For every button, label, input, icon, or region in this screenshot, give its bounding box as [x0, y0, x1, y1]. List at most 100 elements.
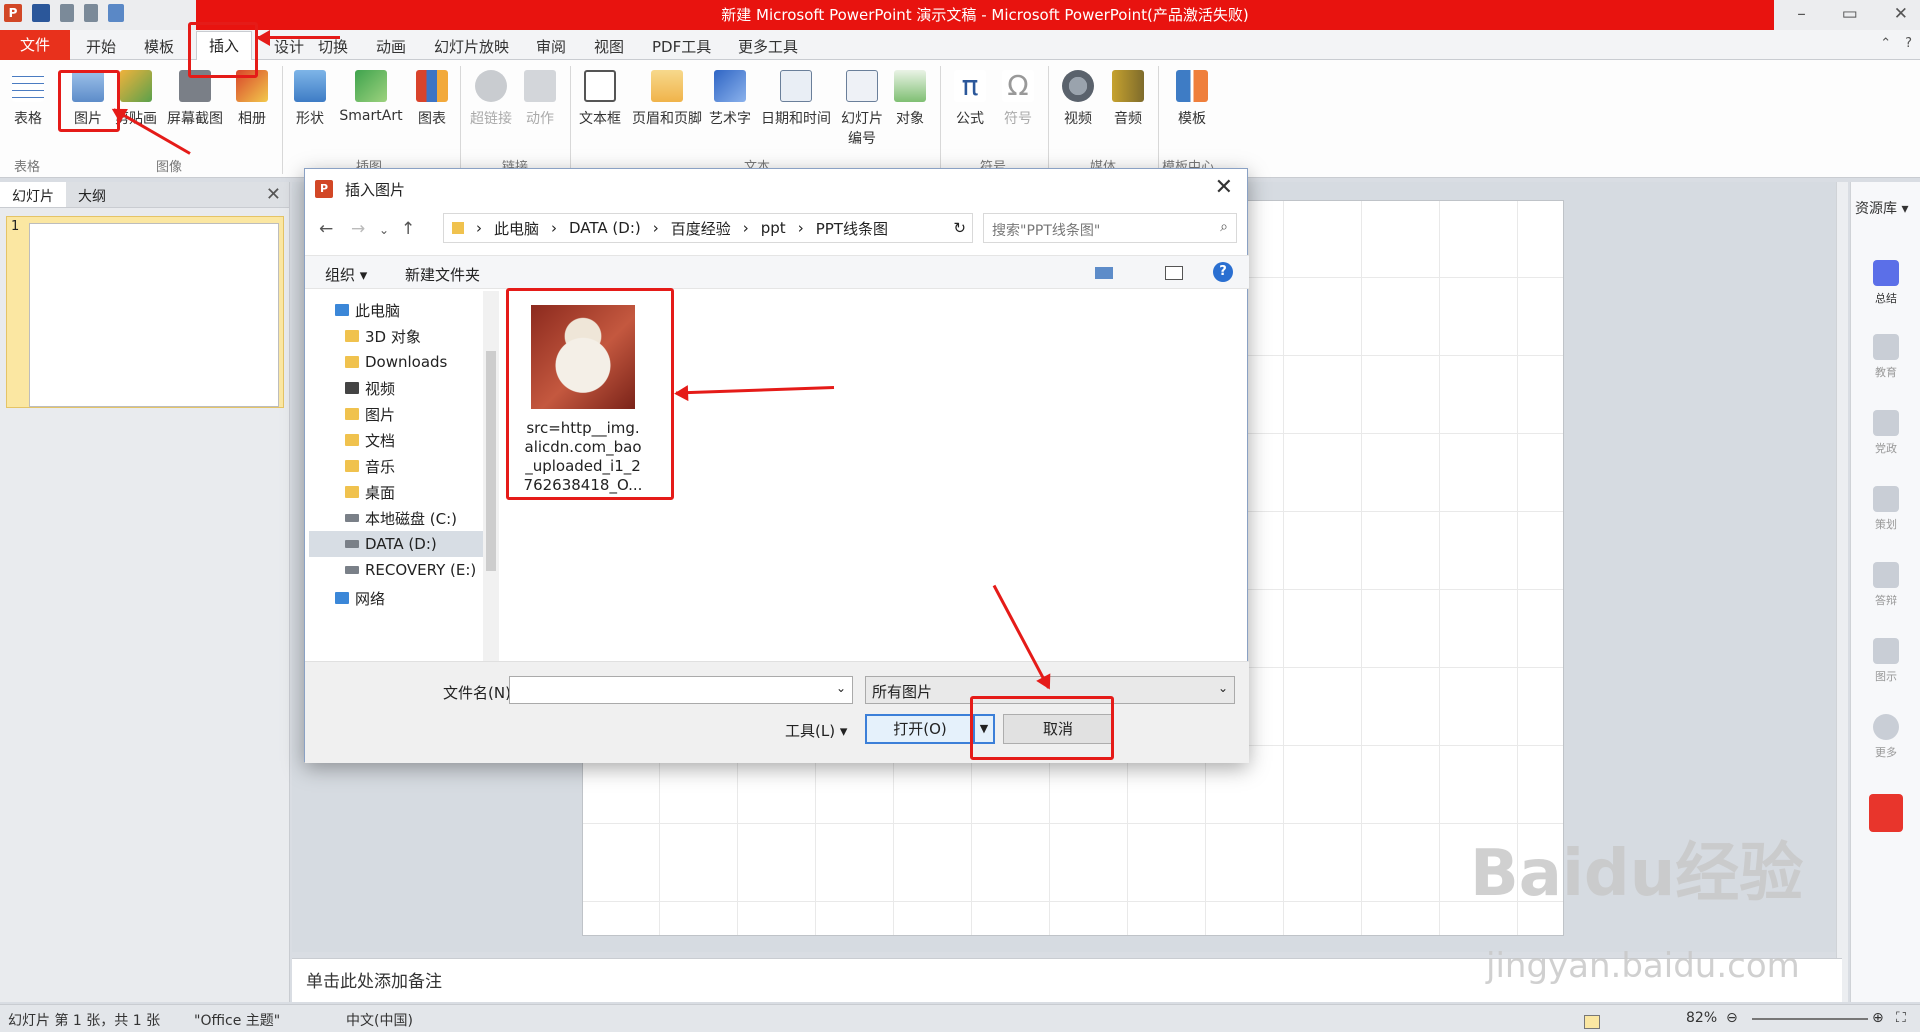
open-button[interactable]: 打开(O)	[865, 714, 975, 744]
tree-item-desktop[interactable]: 桌面	[345, 479, 395, 505]
close-icon[interactable]: ✕	[1894, 4, 1908, 24]
sidebar-item-summary[interactable]: 总结	[1851, 260, 1920, 306]
address-crumb[interactable]: 此电脑	[494, 218, 539, 239]
tree-item-network[interactable]: 网络	[335, 585, 385, 611]
sidebar-item-defense[interactable]: 答辩	[1851, 562, 1920, 608]
slide-number-button[interactable]: 幻灯片编号	[838, 70, 886, 148]
slide-thumbnail[interactable]	[29, 223, 279, 407]
address-crumb[interactable]: DATA (D:)	[569, 219, 641, 237]
smartart-button[interactable]: SmartArt	[336, 70, 406, 124]
tree-item-documents[interactable]: 文档	[345, 427, 395, 453]
tab-home[interactable]: 开始	[86, 36, 116, 57]
tab-view[interactable]: 视图	[594, 36, 624, 57]
object-button[interactable]: 对象	[892, 70, 928, 128]
tree-item-downloads[interactable]: Downloads	[345, 349, 447, 375]
tree-item-videos[interactable]: 视频	[345, 375, 395, 401]
undo-icon[interactable]	[60, 4, 74, 22]
sidebar-item-party-government[interactable]: 党政	[1851, 410, 1920, 456]
collapse-ribbon-icon[interactable]: ⌃	[1880, 36, 1891, 51]
symbol-button[interactable]: Ω 符号	[1000, 70, 1036, 128]
sidebar-item-education[interactable]: 教育	[1851, 334, 1920, 380]
minimize-icon[interactable]: –	[1797, 4, 1806, 24]
scrollbar-thumb[interactable]	[486, 351, 496, 571]
tab-outline[interactable]: 大纲	[66, 182, 118, 207]
resource-library-header[interactable]: 资源库 ▾	[1851, 182, 1920, 218]
zoom-slider[interactable]	[1752, 1018, 1868, 1020]
tab-slideshow[interactable]: 幻灯片放映	[434, 36, 509, 57]
tab-templates[interactable]: 模板	[144, 36, 174, 57]
tab-slides[interactable]: 幻灯片	[0, 182, 66, 207]
drive-icon	[345, 514, 359, 522]
audio-button[interactable]: 音频	[1110, 70, 1146, 128]
slideshow-view-icon[interactable]	[1584, 1015, 1600, 1029]
vertical-scrollbar[interactable]	[1836, 182, 1848, 1002]
tab-design[interactable]: 设计	[274, 36, 304, 57]
shapes-button[interactable]: 形状	[292, 70, 328, 128]
dialog-close-icon[interactable]: ✕	[1215, 175, 1233, 200]
search-input[interactable]: 搜索"PPT线条图" ⌕	[983, 213, 1237, 243]
preview-pane-icon[interactable]	[1165, 266, 1183, 280]
tree-item-music[interactable]: 音乐	[345, 453, 395, 479]
address-crumb[interactable]: PPT线条图	[816, 218, 888, 239]
address-crumb[interactable]: 百度经验	[671, 218, 731, 239]
view-options-icon[interactable]	[1095, 267, 1113, 279]
organize-button[interactable]: 组织 ▾	[325, 264, 367, 285]
table-button[interactable]: 表格	[10, 70, 46, 128]
refresh-icon[interactable]: ↻	[953, 219, 972, 237]
tab-review[interactable]: 审阅	[536, 36, 566, 57]
tools-button[interactable]: 工具(L) ▾	[785, 720, 847, 741]
help-icon[interactable]: ?	[1213, 262, 1233, 282]
up-icon[interactable]: ↑	[401, 219, 415, 239]
video-button[interactable]: 视频	[1060, 70, 1096, 128]
back-icon[interactable]: ←	[319, 219, 333, 239]
filename-dropdown-icon[interactable]: ⌄	[836, 681, 846, 695]
sidebar-item-more[interactable]: 更多	[1851, 714, 1920, 760]
tab-file[interactable]: 文件	[0, 30, 70, 60]
textbox-button[interactable]: 文本框	[576, 70, 624, 128]
template-button[interactable]: 模板	[1172, 70, 1212, 128]
slide-thumbnail-selected[interactable]: 1	[6, 216, 284, 408]
sidebar-item-planning[interactable]: 策划	[1851, 486, 1920, 532]
restore-icon[interactable]: ▭	[1842, 4, 1858, 24]
help-icon[interactable]: ?	[1905, 36, 1912, 51]
tree-item-drive-d[interactable]: DATA (D:)	[309, 531, 483, 557]
tree-item-3d-objects[interactable]: 3D 对象	[345, 323, 421, 349]
address-crumb[interactable]: ppt	[761, 219, 786, 237]
forward-icon[interactable]: →	[351, 219, 365, 239]
close-pane-icon[interactable]: ✕	[266, 184, 281, 205]
tree-item-drive-c[interactable]: 本地磁盘 (C:)	[345, 505, 457, 531]
recent-dropdown-icon[interactable]: ⌄	[379, 223, 389, 237]
slideshow-icon[interactable]	[108, 4, 124, 22]
header-footer-button[interactable]: 页眉和页脚	[628, 70, 706, 128]
datetime-button[interactable]: 日期和时间	[758, 70, 834, 128]
sidebar-item-red-packet[interactable]	[1851, 794, 1920, 836]
album-button[interactable]: 相册	[234, 70, 270, 128]
fit-window-icon[interactable]: ⛶	[1896, 1010, 1906, 1026]
address-bar[interactable]: › 此电脑 › DATA (D:) › 百度经验 › ppt › PPT线条图 …	[443, 213, 973, 243]
tree-item-this-pc[interactable]: 此电脑	[335, 297, 400, 323]
zoom-in-icon[interactable]: ⊕	[1872, 1010, 1884, 1026]
filename-input[interactable]: ⌄	[509, 676, 853, 704]
tab-transitions[interactable]: 切换	[318, 36, 348, 57]
redo-icon[interactable]	[84, 4, 98, 22]
equation-button[interactable]: π 公式	[952, 70, 988, 128]
tree-item-drive-e[interactable]: RECOVERY (E:)	[345, 557, 476, 583]
tree-item-pictures[interactable]: 图片	[345, 401, 395, 427]
zoom-level[interactable]: 82%	[1686, 1010, 1717, 1026]
new-folder-button[interactable]: 新建文件夹	[405, 264, 480, 285]
sidebar-item-diagram[interactable]: 图示	[1851, 638, 1920, 684]
zoom-out-icon[interactable]: ⊖	[1726, 1010, 1738, 1026]
hyperlink-button[interactable]: 超链接	[466, 70, 516, 128]
address-separator: ›	[797, 219, 804, 237]
wordart-button[interactable]: 艺术字	[706, 70, 754, 128]
chart-button[interactable]: 图表	[414, 70, 450, 128]
tab-more-tools[interactable]: 更多工具	[738, 36, 798, 57]
tree-scrollbar[interactable]	[483, 291, 499, 661]
screenshot-button[interactable]: 屏幕截图	[164, 70, 226, 128]
tab-pdf-tools[interactable]: PDF工具	[652, 36, 711, 57]
language[interactable]: 中文(中国)	[346, 1010, 413, 1030]
save-icon[interactable]	[32, 4, 50, 22]
tab-animations[interactable]: 动画	[376, 36, 406, 57]
action-button[interactable]: 动作	[522, 70, 558, 128]
annotation-picture-button	[58, 70, 120, 132]
